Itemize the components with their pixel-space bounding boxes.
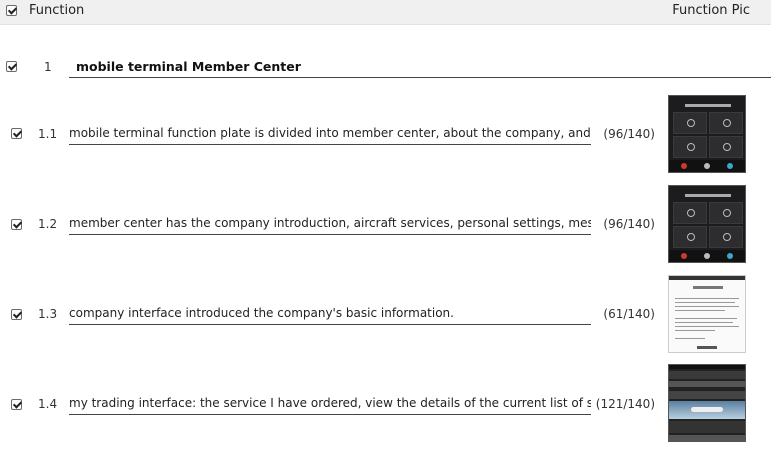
section-checkbox[interactable] xyxy=(6,61,17,72)
row-number: 1.4 xyxy=(38,397,58,411)
row-number: 1.1 xyxy=(38,127,58,141)
function-pic-thumbnail[interactable] xyxy=(668,185,746,263)
section-number: 1 xyxy=(44,60,52,74)
row-text-input[interactable]: company interface introduced the company… xyxy=(69,304,591,322)
section-underline xyxy=(69,77,771,78)
function-column-header: Function xyxy=(29,3,85,18)
char-count: (96/140) xyxy=(603,127,655,141)
section-title-input[interactable]: mobile terminal Member Center xyxy=(76,59,301,74)
row-checkbox[interactable] xyxy=(11,128,22,139)
char-count: (61/140) xyxy=(603,307,655,321)
char-count: (96/140) xyxy=(603,217,655,231)
function-pic-thumbnail[interactable] xyxy=(668,364,746,442)
row-number: 1.2 xyxy=(38,217,58,231)
table-header: Function Function Pic xyxy=(0,0,771,25)
row-checkbox[interactable] xyxy=(11,219,22,230)
char-count: (121/140) xyxy=(595,397,655,411)
function-pic-thumbnail[interactable] xyxy=(668,275,746,353)
row-underline xyxy=(69,144,591,145)
row-underline xyxy=(69,324,591,325)
row-text-input[interactable]: my trading interface: the service I have… xyxy=(69,394,591,412)
row-checkbox[interactable] xyxy=(11,309,22,320)
row-underline xyxy=(69,414,591,415)
function-pic-thumbnail[interactable] xyxy=(668,95,746,173)
row-number: 1.3 xyxy=(38,307,58,321)
row-text-input[interactable]: mobile terminal function plate is divide… xyxy=(69,124,591,142)
function-pic-column-header: Function Pic xyxy=(672,3,750,18)
row-underline xyxy=(69,234,591,235)
row-checkbox[interactable] xyxy=(11,399,22,410)
select-all-checkbox[interactable] xyxy=(6,5,17,16)
row-text-input[interactable]: member center has the company introducti… xyxy=(69,214,591,232)
